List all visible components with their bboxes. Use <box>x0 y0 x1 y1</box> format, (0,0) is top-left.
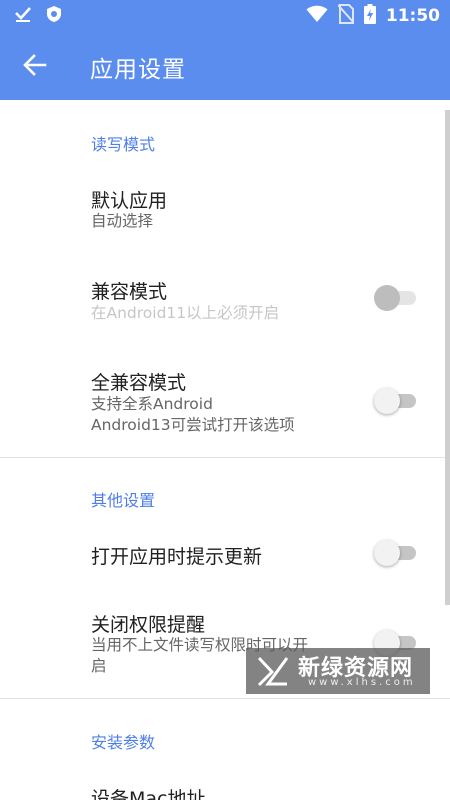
toggle-thumb <box>374 285 400 311</box>
shield-icon <box>46 5 62 27</box>
no-sim-icon <box>337 4 355 28</box>
section-header-install-params: 安装参数 <box>91 733 156 752</box>
download-done-icon <box>14 5 32 27</box>
section-header-rw-mode: 读写模式 <box>91 135 156 154</box>
settings-list[interactable]: 读写模式 默认应用 自动选择 兼容模式 在Android11以上必须开启 全兼容… <box>0 100 450 800</box>
app-bar: 应用设置 <box>0 30 450 100</box>
toggle-thumb <box>374 540 400 566</box>
section-header-other-settings: 其他设置 <box>91 491 156 510</box>
compat-mode-toggle[interactable] <box>374 285 418 311</box>
wifi-icon <box>306 5 328 27</box>
watermark-subtitle: www.xlhs.com <box>308 677 416 688</box>
setting-title: 打开应用时提示更新 <box>91 546 263 568</box>
setting-subtitle-line-2: 启 <box>91 657 107 675</box>
back-arrow-icon[interactable] <box>20 50 50 80</box>
page-title: 应用设置 <box>90 57 186 83</box>
divider <box>0 457 450 458</box>
setting-subtitle: 在Android11以上必须开启 <box>91 304 280 322</box>
toggle-thumb <box>374 388 400 414</box>
setting-title: 兼容模式 <box>91 281 168 303</box>
status-bar: 11:50 <box>0 0 450 30</box>
divider <box>0 698 450 699</box>
full-compat-mode-toggle[interactable] <box>374 388 418 414</box>
update-prompt-toggle[interactable] <box>374 540 418 566</box>
setting-subtitle-line-2: Android13可尝试打开该选项 <box>91 416 295 434</box>
setting-title: 关闭权限提醒 <box>91 614 206 636</box>
setting-subtitle: 自动选择 <box>91 212 154 230</box>
scrollbar[interactable] <box>445 110 450 605</box>
setting-title: 默认应用 <box>91 190 168 212</box>
watermark: 新绿资源网 www.xlhs.com <box>246 648 430 694</box>
setting-subtitle-line-1: 支持全系Android <box>91 395 213 413</box>
status-time: 11:50 <box>385 6 440 26</box>
battery-charging-icon <box>363 4 376 28</box>
setting-title: 设备Mac地址 <box>91 788 206 800</box>
setting-title: 全兼容模式 <box>91 372 187 394</box>
watermark-logo-icon <box>256 654 290 688</box>
